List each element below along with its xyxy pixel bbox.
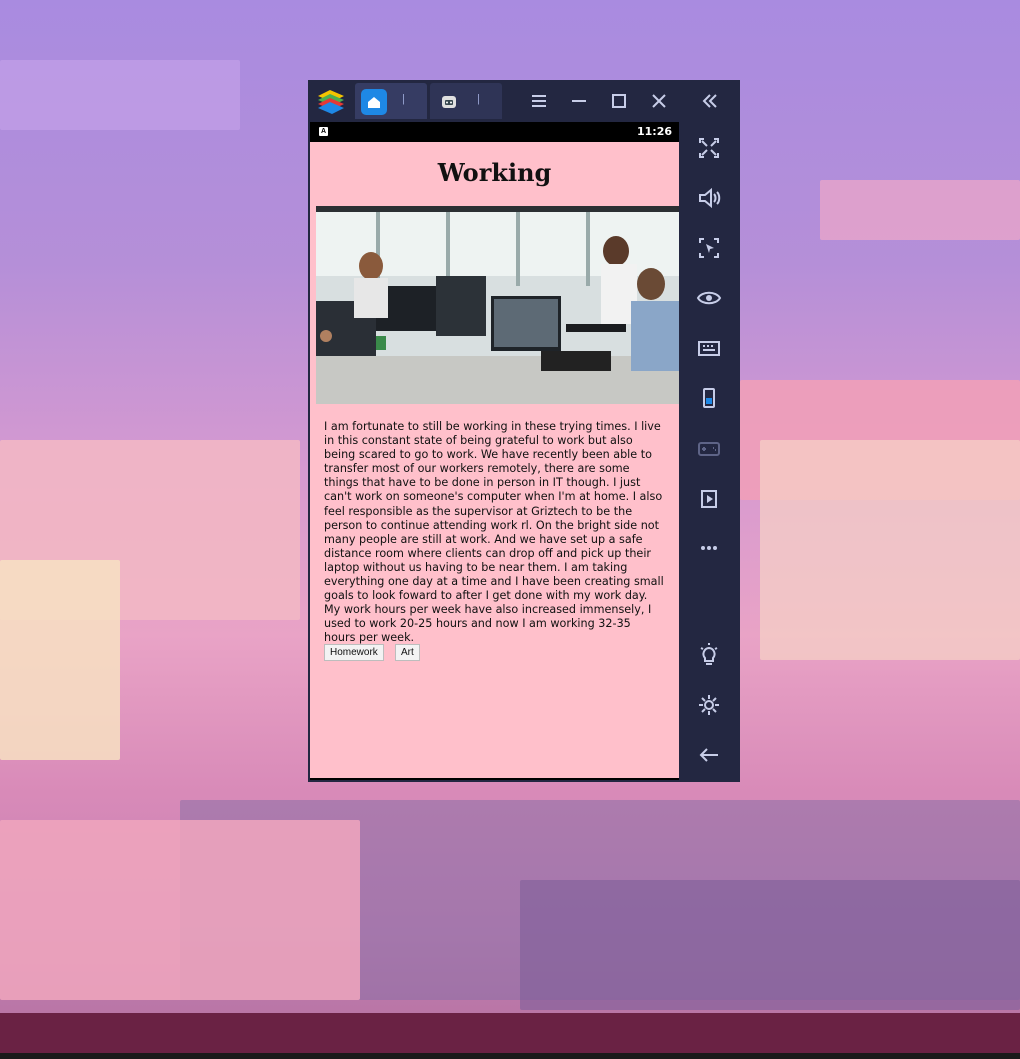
screenshot-icon[interactable] [694, 233, 724, 263]
office-photo [316, 206, 679, 404]
phone-rotate-icon[interactable] [694, 383, 724, 413]
fullscreen-icon[interactable] [694, 133, 724, 163]
article-paragraph: I am fortunate to still be working in th… [324, 420, 664, 645]
status-bar: A 11:26 [310, 122, 679, 142]
bluestacks-logo [318, 90, 344, 114]
volume-icon[interactable] [694, 183, 724, 213]
app-robot-icon [436, 89, 462, 115]
collapse-sidebar-icon[interactable] [698, 89, 722, 113]
back-arrow-icon[interactable] [694, 740, 724, 770]
maximize-icon[interactable] [607, 89, 631, 113]
gamepad-icon[interactable] [694, 433, 724, 463]
lightbulb-icon[interactable] [694, 640, 724, 670]
more-icon[interactable] [694, 533, 724, 563]
homework-button[interactable]: Homework [324, 644, 384, 661]
menu-icon[interactable] [527, 89, 551, 113]
home-icon [361, 89, 387, 115]
page-title: Working [437, 158, 552, 187]
keyboard-icon[interactable] [694, 333, 724, 363]
tab-label: | [402, 93, 405, 105]
android-screen: A 11:26 Working I am fortunate to still … [310, 122, 679, 780]
tab-home[interactable]: | [355, 83, 427, 119]
status-indicator: A [319, 127, 328, 136]
emulator-window: | | A 11:26 Working I am fortunate to st… [308, 80, 740, 782]
settings-icon[interactable] [694, 690, 724, 720]
minimize-icon[interactable] [567, 89, 591, 113]
tab-label: | [477, 93, 480, 105]
art-button[interactable]: Art [395, 644, 420, 661]
web-page: Working I am fortunate to still be worki… [310, 142, 679, 778]
taskbar [0, 1013, 1020, 1059]
install-apk-icon[interactable] [694, 483, 724, 513]
eye-icon[interactable] [694, 283, 724, 313]
status-clock: 11:26 [636, 125, 672, 138]
close-icon[interactable] [647, 89, 671, 113]
tab-app[interactable]: | [430, 83, 502, 119]
title-bar: | | [308, 80, 740, 122]
